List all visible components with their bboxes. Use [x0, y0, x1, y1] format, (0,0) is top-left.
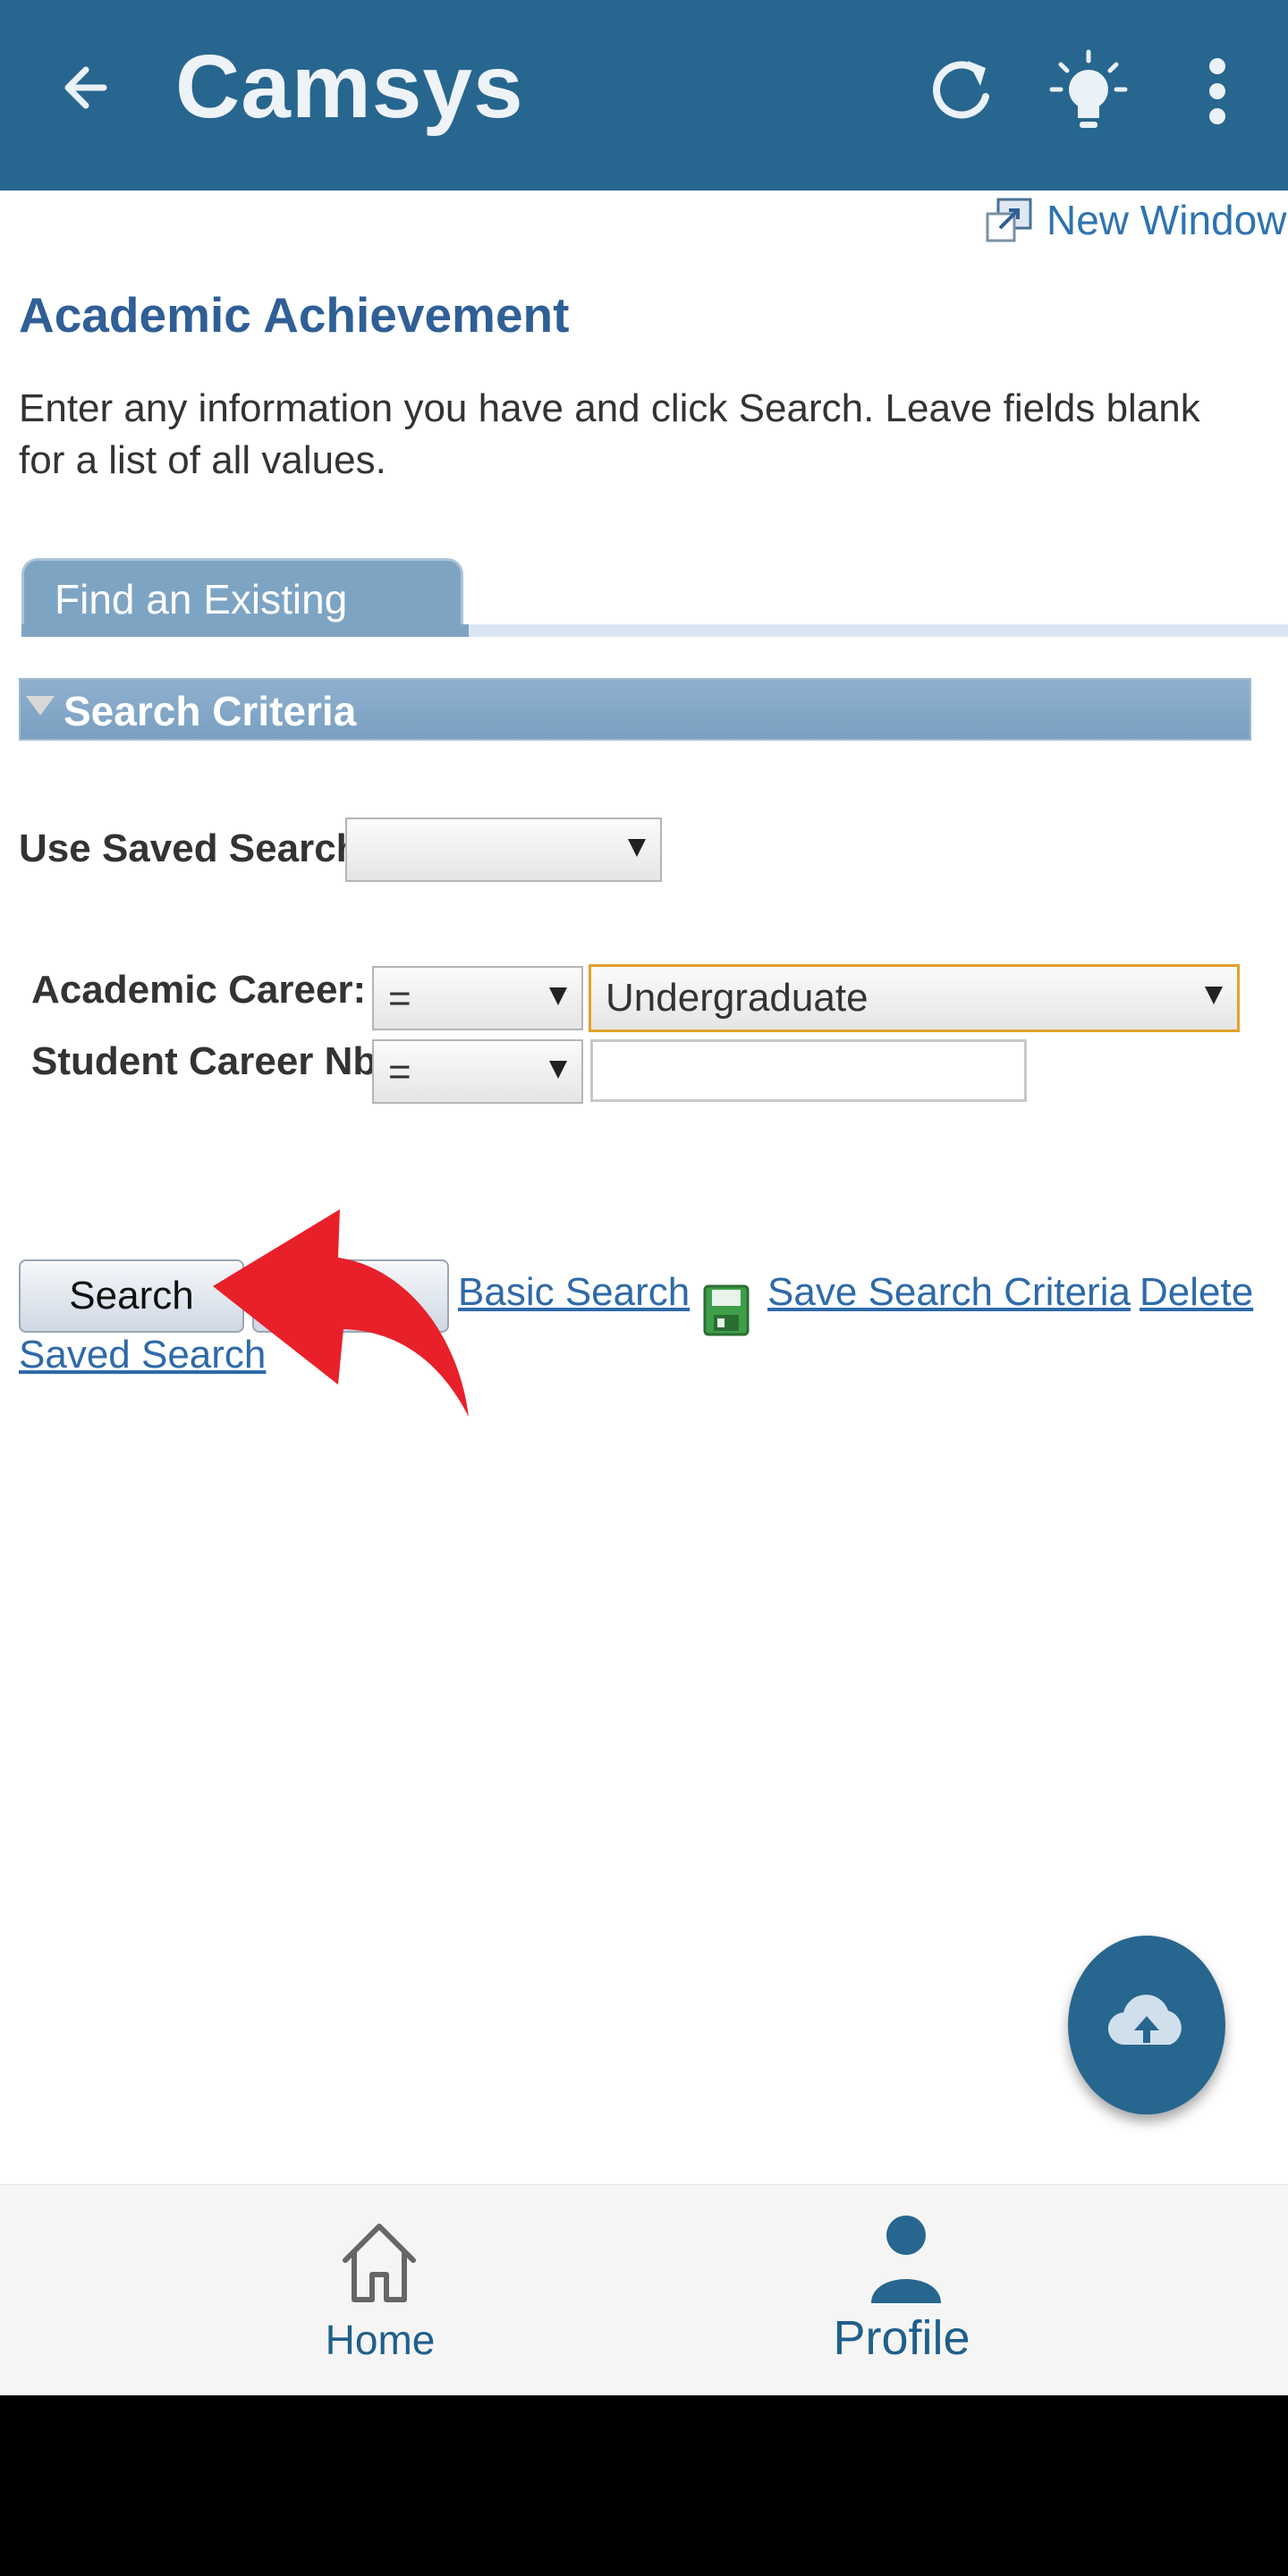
- academic-career-operator-select[interactable]: =: [372, 966, 583, 1030]
- dropdown-arrow-icon: [549, 987, 567, 1005]
- back-arrow-icon[interactable]: [54, 52, 125, 123]
- instructions-text: Enter any information you have and click…: [19, 386, 1200, 482]
- tab-underline: [469, 624, 1288, 637]
- tab-label: Find an Existing Value: [55, 576, 348, 671]
- upload-fab[interactable]: [1068, 1936, 1225, 2114]
- basic-search-link[interactable]: Basic Search: [458, 1270, 690, 1315]
- lightbulb-icon[interactable]: [1048, 45, 1129, 143]
- save-icon: [703, 1284, 750, 1336]
- more-vert-icon[interactable]: [1177, 45, 1258, 143]
- dropdown-arrow-icon: [549, 1061, 567, 1079]
- new-window-link[interactable]: New Window: [984, 193, 1286, 247]
- nav-item-home[interactable]: Home: [0, 2185, 644, 2395]
- collapse-triangle-icon: [26, 696, 55, 716]
- save-search-criteria-link[interactable]: Save Search Criteria: [767, 1270, 1131, 1315]
- tab-underline-active: [21, 624, 469, 637]
- app-title: Camsys: [175, 37, 524, 137]
- new-window-icon: [986, 198, 1032, 242]
- student-career-nbr-label: Student Career Nbr:: [31, 1039, 406, 1083]
- search-criteria-label: Search Criteria: [64, 688, 357, 734]
- dropdown-arrow-icon: [628, 839, 646, 857]
- nav-label-profile: Profile: [833, 2311, 970, 2365]
- person-icon: [871, 2216, 941, 2303]
- operator-value: =: [388, 977, 411, 1021]
- saved-search-label: Use Saved Search:: [19, 826, 374, 870]
- home-icon: [343, 2224, 416, 2302]
- dropdown-arrow-icon: [1205, 987, 1223, 1004]
- app-screen: Camsys New Window Academic Achievement E…: [0, 0, 1288, 2395]
- nav-item-profile[interactable]: Profile: [585, 2185, 1229, 2395]
- academic-career-value-select[interactable]: Undergraduate: [589, 964, 1240, 1032]
- bottom-navigation: Home Profile: [0, 2184, 1288, 2395]
- academic-career-label: Academic Career:: [31, 968, 367, 1012]
- annotation-arrow-icon: [213, 1209, 469, 1417]
- refresh-icon[interactable]: [921, 45, 1002, 143]
- delete-saved-search-link-part1[interactable]: Delete: [1140, 1270, 1253, 1315]
- student-career-nbr-operator-select[interactable]: =: [372, 1039, 583, 1104]
- student-career-nbr-input[interactable]: [590, 1039, 1027, 1102]
- cloud-upload-icon: [1107, 1995, 1182, 2046]
- saved-search-select[interactable]: [345, 818, 662, 882]
- page-title: Academic Achievement: [19, 287, 570, 343]
- new-window-label: New Window: [1046, 197, 1287, 243]
- search-criteria-header[interactable]: Search Criteria: [19, 678, 1251, 741]
- academic-career-value: Undergraduate: [606, 976, 869, 1020]
- app-bar: Camsys: [0, 0, 1288, 191]
- operator-value: =: [388, 1050, 411, 1094]
